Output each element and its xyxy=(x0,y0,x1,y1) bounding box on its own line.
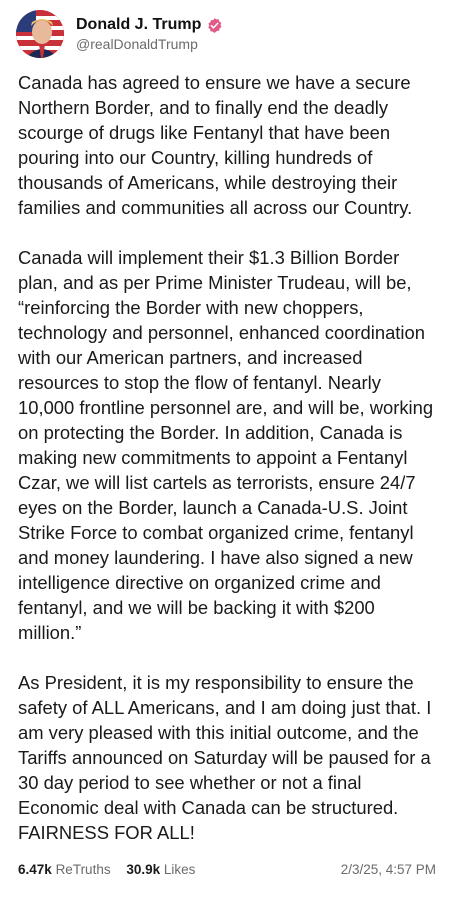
retruths-label: ReTruths xyxy=(55,862,111,877)
likes-label: Likes xyxy=(163,862,196,877)
post-header: Donald J. Trump @realDonaldTrump xyxy=(16,10,223,58)
post-paragraph: As President, it is my responsibility to… xyxy=(18,672,432,843)
avatar[interactable] xyxy=(16,10,64,58)
likes-stat[interactable]: 30.9k Likes xyxy=(126,862,195,877)
post-footer: 6.47k ReTruths 30.9k Likes 2/3/25, 4:57 … xyxy=(18,862,436,877)
retruths-count: 6.47k xyxy=(18,862,52,877)
post-body: Canada has agreed to ensure we have a se… xyxy=(18,70,442,870)
avatar-image xyxy=(16,10,64,58)
author-handle[interactable]: @realDonaldTrump xyxy=(76,36,223,52)
post-stats: 6.47k ReTruths 30.9k Likes xyxy=(18,862,207,877)
author-name-row: Donald J. Trump xyxy=(76,16,223,34)
post-timestamp[interactable]: 2/3/25, 4:57 PM xyxy=(341,862,436,877)
post-paragraph: Canada will implement their $1.3 Billion… xyxy=(18,247,434,643)
author-display-name[interactable]: Donald J. Trump xyxy=(76,16,201,34)
likes-count: 30.9k xyxy=(126,862,161,877)
verified-badge-icon xyxy=(208,17,222,33)
post-paragraph: Canada has agreed to ensure we have a se… xyxy=(18,72,413,218)
retruths-stat[interactable]: 6.47k ReTruths xyxy=(18,862,111,877)
